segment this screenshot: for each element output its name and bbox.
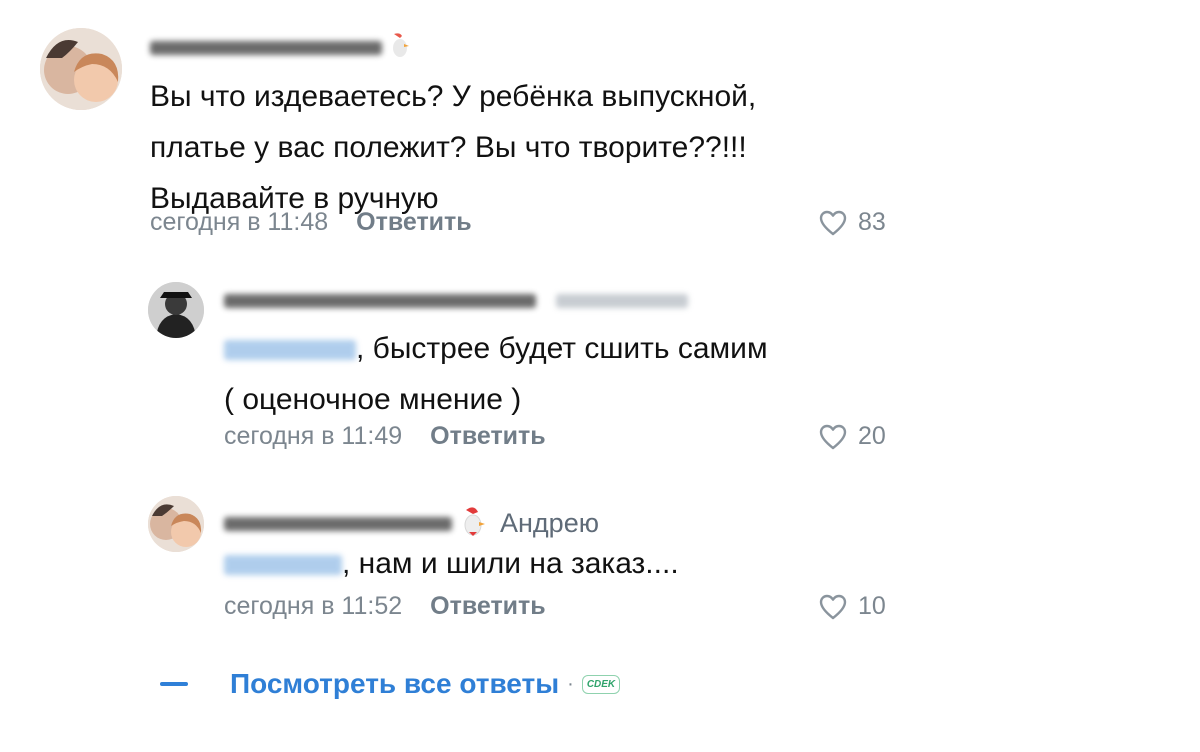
author-name[interactable]	[224, 294, 688, 308]
author-name[interactable]	[150, 32, 410, 63]
avatar[interactable]	[148, 282, 204, 338]
comment-text-line: платье у вас полежит? Вы что творите??!!…	[150, 131, 747, 164]
reply-to-label[interactable]: Андрею	[500, 508, 599, 539]
rooster-emoji-icon	[390, 32, 410, 63]
like-button[interactable]: 83	[818, 208, 886, 237]
blurred-reply-to-name	[556, 294, 688, 308]
author-name[interactable]: Андрею	[224, 506, 599, 541]
view-all-replies-button[interactable]: Посмотреть все ответы · CDEK	[160, 668, 621, 700]
comment-text-line: Вы что издеваетесь? У ребёнка выпускной,	[150, 80, 757, 113]
comment-timestamp: сегодня в 11:49	[224, 422, 403, 450]
comment-text: Вы что издеваетесь? У ребёнка выпускной,…	[150, 71, 756, 224]
blurred-author-name	[224, 516, 452, 531]
like-count: 20	[858, 422, 886, 450]
heart-icon	[819, 210, 847, 235]
blurred-mention-link[interactable]	[224, 340, 356, 361]
collapse-dash-icon	[160, 682, 188, 686]
comment-text-line: , быстрее будет сшить самим	[224, 323, 768, 374]
blurred-mention-link[interactable]	[224, 555, 342, 576]
avatar[interactable]	[148, 496, 204, 552]
like-count: 83	[858, 208, 886, 236]
blurred-author-name	[224, 294, 536, 308]
comment-text-fragment: , нам и шили на заказ....	[342, 547, 679, 580]
reply-button[interactable]: Ответить	[430, 422, 546, 451]
separator-dot: ·	[567, 672, 574, 695]
reply-button[interactable]: Ответить	[356, 208, 472, 237]
blurred-author-name	[150, 40, 382, 55]
comment-timestamp: сегодня в 11:48	[150, 208, 329, 236]
comment-timestamp: сегодня в 11:52	[224, 592, 403, 620]
comment-text: , нам и шили на заказ....	[224, 538, 679, 589]
like-button[interactable]: 20	[818, 422, 886, 451]
heart-icon	[819, 424, 847, 449]
comment-text: , быстрее будет сшить самим ( оценочное …	[224, 323, 768, 425]
like-count: 10	[858, 592, 886, 620]
comment-text-fragment: , быстрее будет сшить самим	[356, 332, 768, 365]
cdek-watermark-logo: CDEK	[581, 674, 621, 694]
rooster-emoji-icon	[460, 506, 486, 541]
view-all-replies-label: Посмотреть все ответы	[230, 668, 560, 699]
comment-text-line: , нам и шили на заказ....	[224, 538, 679, 589]
comment-thread: Вы что издеваетесь? У ребёнка выпускной,…	[0, 0, 1200, 752]
avatar[interactable]	[40, 28, 122, 110]
like-button[interactable]: 10	[818, 592, 886, 621]
comment-text-line: ( оценочное мнение )	[224, 383, 522, 416]
reply-button[interactable]: Ответить	[430, 592, 546, 621]
heart-icon	[819, 594, 847, 619]
